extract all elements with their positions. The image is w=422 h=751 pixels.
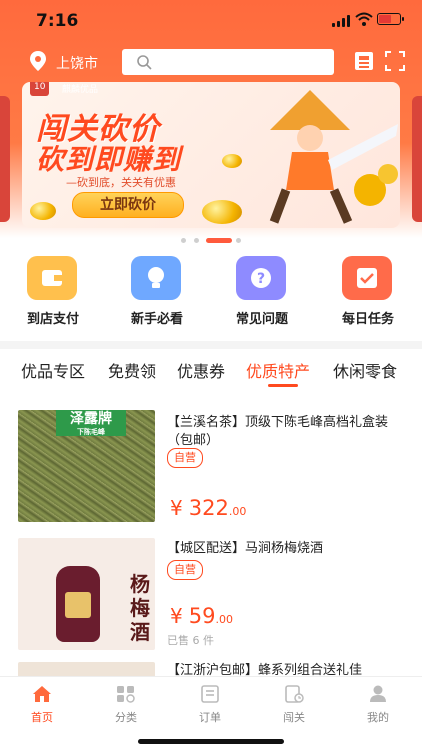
signal-icon bbox=[332, 15, 350, 27]
banner-logo: 10 bbox=[30, 82, 50, 96]
promo-banner[interactable]: 10 麒麟优品 闯关砍价 砍到即赚到 —砍到底，关关有优惠 立即砍价 bbox=[22, 82, 400, 228]
battery-icon bbox=[377, 13, 404, 25]
banner-subtitle: —砍到底，关关有优惠 bbox=[66, 176, 176, 189]
product-title: 【兰溪名茶】顶级下陈毛峰高档礼盒装（包邮） bbox=[167, 415, 389, 448]
calendar-check-icon bbox=[342, 256, 392, 300]
nav-home[interactable]: 首页 bbox=[0, 681, 84, 727]
active-tab-indicator bbox=[268, 384, 298, 387]
banner-brand: 麒麟优品 bbox=[62, 85, 99, 95]
tab-snacks[interactable]: 休闲零食 bbox=[333, 358, 397, 382]
tab-free[interactable]: 免费领 bbox=[108, 358, 156, 382]
home-indicator bbox=[138, 739, 284, 744]
product-title: 【江浙沪包邮】蜂系列组合送礼佳 bbox=[167, 663, 363, 676]
banner-pagination bbox=[0, 238, 422, 246]
nav-challenge[interactable]: 闯关 bbox=[252, 681, 336, 727]
product-price: ¥322.00 bbox=[170, 496, 247, 520]
quick-action-faq[interactable]: ? 常见问题 bbox=[222, 256, 302, 332]
quick-action-pay-in-store[interactable]: 到店支付 bbox=[13, 256, 93, 332]
category-icon bbox=[117, 686, 135, 703]
tab-specialties[interactable]: 优质特产 bbox=[246, 358, 310, 382]
pagination-dot[interactable] bbox=[194, 238, 199, 243]
tab-youpin-zone[interactable]: 优品专区 bbox=[21, 358, 85, 382]
nav-profile[interactable]: 我的 bbox=[336, 681, 420, 727]
image-sub-text: 下陈毛峰 bbox=[77, 428, 105, 436]
profile-icon bbox=[370, 685, 386, 702]
nav-category[interactable]: 分类 bbox=[84, 681, 168, 727]
search-bar[interactable] bbox=[122, 49, 334, 75]
banner-cta-button[interactable]: 立即砍价 bbox=[72, 192, 184, 218]
nav-label: 闯关 bbox=[283, 711, 305, 724]
search-icon bbox=[137, 55, 152, 70]
search-input[interactable] bbox=[162, 53, 326, 73]
character-illustration bbox=[269, 90, 398, 224]
nav-label: 分类 bbox=[115, 711, 137, 724]
coin-decoration bbox=[202, 200, 242, 224]
nav-label: 订单 bbox=[199, 711, 221, 724]
image-text: 杨梅酒 bbox=[130, 572, 150, 644]
tab-coupons[interactable]: 优惠券 bbox=[177, 358, 225, 382]
product-image bbox=[18, 662, 155, 676]
quick-action-beginner-guide[interactable]: 新手必看 bbox=[117, 256, 197, 332]
svg-text:?: ? bbox=[257, 271, 265, 287]
pagination-dot[interactable] bbox=[181, 238, 186, 243]
banner-prev-peek bbox=[0, 96, 10, 222]
wifi-icon bbox=[355, 12, 373, 26]
coin-decoration bbox=[30, 202, 56, 220]
category-tabs: 优品专区 免费领 优惠券 优质特产 休闲零食 bbox=[0, 352, 422, 388]
location-pin-icon[interactable] bbox=[28, 50, 48, 72]
self-operated-tag: 自营 bbox=[167, 448, 203, 468]
coin-decoration bbox=[222, 154, 242, 168]
wallet-icon bbox=[27, 256, 77, 300]
message-icon[interactable] bbox=[353, 50, 375, 72]
section-divider bbox=[0, 341, 422, 349]
question-icon: ? bbox=[236, 256, 286, 300]
nav-orders[interactable]: 订单 bbox=[168, 681, 252, 727]
status-bar: 7:16 bbox=[0, 0, 422, 44]
home-icon bbox=[33, 686, 51, 702]
city-selector[interactable]: 上饶市 bbox=[56, 53, 98, 73]
order-icon bbox=[201, 685, 219, 703]
quick-action-label: 常见问题 bbox=[235, 312, 288, 327]
scan-icon[interactable] bbox=[385, 51, 405, 71]
nav-label: 我的 bbox=[367, 711, 389, 724]
banner-next-peek bbox=[412, 96, 422, 222]
product-title: 【城区配送】马涧杨梅烧酒 bbox=[167, 541, 324, 556]
banner-title-2: 砍到即赚到 bbox=[36, 143, 182, 176]
sold-count: 已售 6 件 bbox=[167, 634, 214, 647]
product-list: 泽露牌 下陈毛峰 【兰溪名茶】顶级下陈毛峰高档礼盒装（包邮） 自营 ¥322.0… bbox=[0, 396, 422, 676]
quick-action-daily-tasks[interactable]: 每日任务 bbox=[328, 256, 408, 332]
quick-actions: 到店支付 新手必看 ? 常见问题 每日任务 bbox=[0, 256, 422, 332]
self-operated-tag: 自营 bbox=[167, 560, 203, 580]
lightbulb-icon bbox=[131, 256, 181, 300]
pagination-dot[interactable] bbox=[236, 238, 241, 243]
quick-action-label: 新手必看 bbox=[130, 312, 183, 327]
quick-action-label: 到店支付 bbox=[26, 312, 79, 327]
product-price: ¥59.00 bbox=[170, 604, 233, 628]
pagination-dot-active[interactable] bbox=[206, 238, 232, 243]
nav-label: 首页 bbox=[31, 711, 53, 724]
status-time: 7:16 bbox=[36, 11, 79, 31]
image-brand-text: 泽露牌 bbox=[70, 411, 112, 427]
quick-action-label: 每日任务 bbox=[341, 312, 394, 327]
product-image: 泽露牌 下陈毛峰 bbox=[18, 410, 155, 522]
challenge-icon bbox=[285, 685, 304, 703]
product-image: 杨梅酒 bbox=[18, 538, 155, 650]
